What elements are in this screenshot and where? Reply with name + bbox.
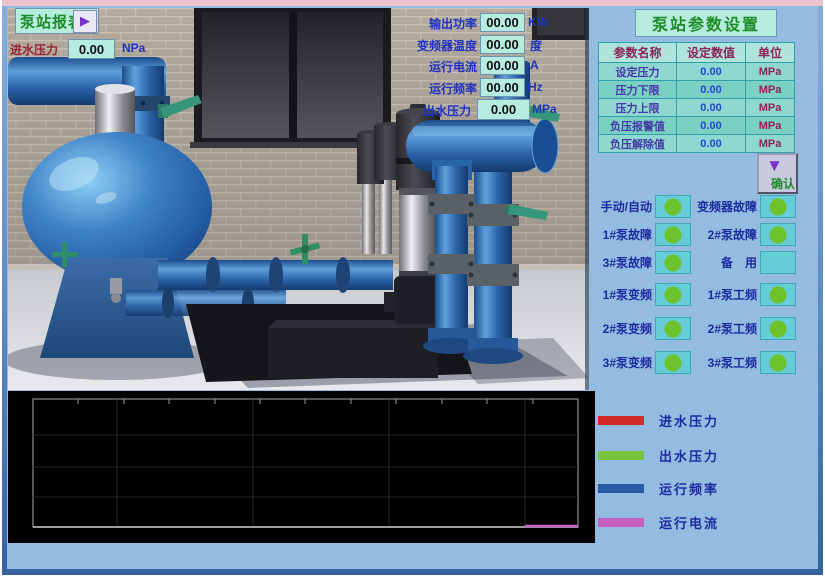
col-param-name: 参数名称 [599, 43, 677, 63]
status-lamp-pump2-line [760, 317, 796, 340]
legend-swatch [598, 451, 644, 460]
inverter-temp-unit: 度 [530, 37, 542, 54]
legend-label: 出水压力 [659, 446, 719, 465]
running-current-unit: A [530, 58, 539, 72]
status-lamp-pump2-fault [760, 223, 796, 246]
status-row: 2#泵变频 2#泵工频 [0, 317, 825, 340]
table-row: 设定压力 0.00 MPa [599, 63, 795, 81]
settings-table-header: 参数名称 设定数值 单位 [599, 43, 795, 63]
confirm-button-label: 确认 [771, 175, 795, 192]
running-current-display: 00.00 [480, 56, 525, 75]
running-frequency-display: 00.00 [480, 78, 525, 97]
param-name: 负压报警值 [599, 117, 677, 135]
status-label-pump3-fault: 3#泵故障 [586, 254, 652, 271]
status-label-manual-auto: 手动/自动 [586, 198, 652, 215]
status-label-pump2-vfd: 2#泵变频 [586, 320, 652, 337]
outlet-pressure-unit: MPa [532, 102, 557, 116]
status-label-pump1-fault: 1#泵故障 [586, 226, 652, 243]
status-row: 3#泵变频 3#泵工频 [0, 351, 825, 374]
status-lamp-spare [760, 251, 796, 274]
legend-item-inlet: 进水压力 [598, 412, 818, 428]
param-name: 压力上限 [599, 99, 677, 117]
status-row: 1#泵故障 2#泵故障 [0, 223, 825, 246]
status-label-pump2-line: 2#泵工频 [680, 320, 757, 337]
legend-swatch [598, 518, 644, 527]
col-set-value: 设定数值 [677, 43, 746, 63]
legend-label: 运行电流 [659, 513, 719, 532]
inlet-pressure-display: 0.00 [68, 39, 115, 59]
legend-item-outlet: 出水压力 [598, 447, 818, 463]
legend-swatch [598, 484, 644, 493]
status-label-pump1-line: 1#泵工频 [680, 286, 757, 303]
status-label-pump3-line: 3#泵工频 [680, 354, 757, 371]
table-row: 压力下限 0.00 MPa [599, 81, 795, 99]
param-unit: MPa [746, 63, 795, 81]
table-row: 负压报警值 0.00 MPa [599, 117, 795, 135]
inverter-temp-label: 变频器温度 [399, 37, 477, 54]
param-name: 设定压力 [599, 63, 677, 81]
status-label-inverter-fault: 变频器故障 [680, 198, 757, 215]
status-lamp-pump1-line [760, 283, 796, 306]
trend-chart [8, 391, 595, 543]
status-lamp-pump3-line [760, 351, 796, 374]
param-name: 压力下限 [599, 81, 677, 99]
legend-swatch [598, 416, 644, 425]
table-row: 压力上限 0.00 MPa [599, 99, 795, 117]
pump-station-hmi-screen: 泵站报表 ▶ 进水压力 0.00 NPa 输出功率 00.00 KW 变频器温度… [0, 0, 825, 577]
status-label-pump3-vfd: 3#泵变频 [586, 354, 652, 371]
col-unit: 单位 [746, 43, 795, 63]
status-lamp-inverter-fault [760, 195, 796, 218]
status-label-pump2-fault: 2#泵故障 [680, 226, 757, 243]
param-value-field[interactable]: 0.00 [677, 117, 746, 135]
lamp-icon [769, 354, 787, 372]
status-row: 3#泵故障 备 用 [0, 251, 825, 274]
running-frequency-unit: Hz [528, 80, 543, 94]
status-row: 1#泵变频 1#泵工频 [0, 283, 825, 306]
outlet-pressure-label: 出水压力 [423, 102, 471, 119]
output-power-label: 输出功率 [399, 15, 477, 32]
param-name: 负压解除值 [599, 135, 677, 153]
param-value-field[interactable]: 0.00 [677, 135, 746, 153]
settings-table: 参数名称 设定数值 单位 设定压力 0.00 MPa 压力下限 0.00 MPa… [598, 42, 795, 153]
param-value-field[interactable]: 0.00 [677, 63, 746, 81]
legend-label: 运行频率 [659, 479, 719, 498]
window-large [190, 8, 395, 148]
lamp-icon [769, 226, 787, 244]
param-value-field[interactable]: 0.00 [677, 81, 746, 99]
table-row: 负压解除值 0.00 MPa [599, 135, 795, 153]
status-label-spare: 备 用 [680, 254, 757, 271]
param-unit: MPa [746, 99, 795, 117]
confirm-arrow-icon: ▼ [766, 156, 783, 176]
status-row: 手动/自动 变频器故障 [0, 195, 825, 218]
settings-panel-title: 泵站参数设置 [635, 9, 777, 37]
running-current-label: 运行电流 [399, 58, 477, 75]
param-value-field[interactable]: 0.00 [677, 99, 746, 117]
param-unit: MPa [746, 135, 795, 153]
param-unit: MPa [746, 117, 795, 135]
outlet-pressure-display: 0.00 [477, 99, 530, 120]
inlet-pressure-unit: NPa [122, 41, 145, 55]
status-label-pump1-vfd: 1#泵变频 [586, 286, 652, 303]
param-unit: MPa [746, 81, 795, 99]
output-power-unit: KW [528, 15, 548, 29]
trend-chart-plot [8, 391, 595, 543]
lamp-icon [769, 286, 787, 304]
legend-item-frequency: 运行频率 [598, 480, 818, 496]
report-play-icon[interactable]: ▶ [73, 10, 97, 33]
confirm-button[interactable]: ▼ 确认 [757, 153, 798, 194]
lamp-icon [769, 320, 787, 338]
output-power-display: 00.00 [480, 13, 525, 32]
legend-item-current: 运行电流 [598, 514, 818, 530]
running-frequency-label: 运行频率 [399, 80, 477, 97]
lamp-icon [769, 198, 787, 216]
legend-label: 进水压力 [659, 411, 719, 430]
inverter-temp-display: 00.00 [480, 35, 525, 54]
inlet-pressure-label: 进水压力 [10, 41, 58, 58]
